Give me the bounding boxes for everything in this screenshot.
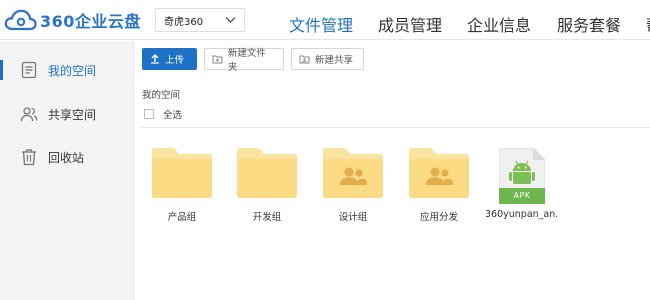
- shared-folder-icon: [323, 148, 383, 198]
- logo-text: 360企业云盘: [40, 12, 141, 31]
- users-icon: [20, 107, 38, 122]
- trash-icon: [22, 149, 36, 166]
- sidebar-item-recycle-bin[interactable]: 回收站: [0, 139, 134, 175]
- upload-button-label: 上传: [165, 55, 185, 66]
- chevron-down-icon: [225, 17, 236, 23]
- nav-member-management[interactable]: 成员管理: [378, 12, 442, 36]
- team-select-value: 奇虎360: [164, 16, 204, 28]
- breadcrumb[interactable]: 我的空间: [142, 87, 180, 101]
- folder-icon: [237, 148, 297, 198]
- nav-service-plans[interactable]: 服务套餐: [557, 12, 621, 36]
- shared-folder-icon: [409, 148, 469, 198]
- sidebar-item-shared-space[interactable]: 共享空间: [0, 96, 134, 132]
- nav-file-management[interactable]: 文件管理: [289, 12, 353, 36]
- file-name: 应用分发: [419, 212, 458, 223]
- sidebar-item-label: 回收站: [48, 151, 85, 165]
- nav-help[interactable]: 帮: [646, 12, 650, 36]
- app-logo[interactable]: 360企业云盘: [4, 6, 141, 34]
- new-share-button-label: 新建共享: [315, 55, 354, 66]
- sidebar-item-label: 共享空间: [48, 108, 97, 122]
- top-bar: 360企业云盘 奇虎360 文件管理 成员管理 企业信息 服务套餐 帮: [0, 0, 650, 40]
- file-name: 产品组: [167, 212, 197, 223]
- cloud-logo-icon: [4, 9, 37, 31]
- new-folder-button-label: 新建文件夹: [227, 48, 266, 73]
- select-all-checkbox[interactable]: [144, 109, 154, 119]
- upload-button[interactable]: 上传: [142, 48, 197, 70]
- apk-badge: APK: [513, 191, 531, 200]
- select-all-label: 全选: [163, 110, 183, 121]
- sidebar-item-my-space[interactable]: 我的空间: [0, 52, 134, 88]
- document-list-icon: [21, 61, 37, 79]
- divider: [140, 127, 650, 128]
- sidebar-item-label: 我的空间: [48, 64, 97, 78]
- sidebar: 我的空间 共享空间 回收站: [0, 41, 134, 300]
- new-share-button[interactable]: 新建共享: [291, 48, 364, 70]
- team-select[interactable]: 奇虎360: [155, 8, 245, 32]
- new-folder-button[interactable]: 新建文件夹: [204, 48, 284, 73]
- file-name: 设计组: [338, 212, 368, 223]
- upload-icon: [151, 54, 159, 64]
- select-all[interactable]: 全选: [144, 107, 182, 121]
- folder-plus-icon: [212, 55, 223, 64]
- file-name: 360yunpan_an...: [485, 209, 559, 220]
- nav-company-info[interactable]: 企业信息: [467, 12, 531, 36]
- active-indicator: [0, 60, 3, 80]
- share-folder-icon: [299, 55, 310, 64]
- folder-icon: [152, 148, 212, 198]
- file-name: 开发组: [252, 212, 282, 223]
